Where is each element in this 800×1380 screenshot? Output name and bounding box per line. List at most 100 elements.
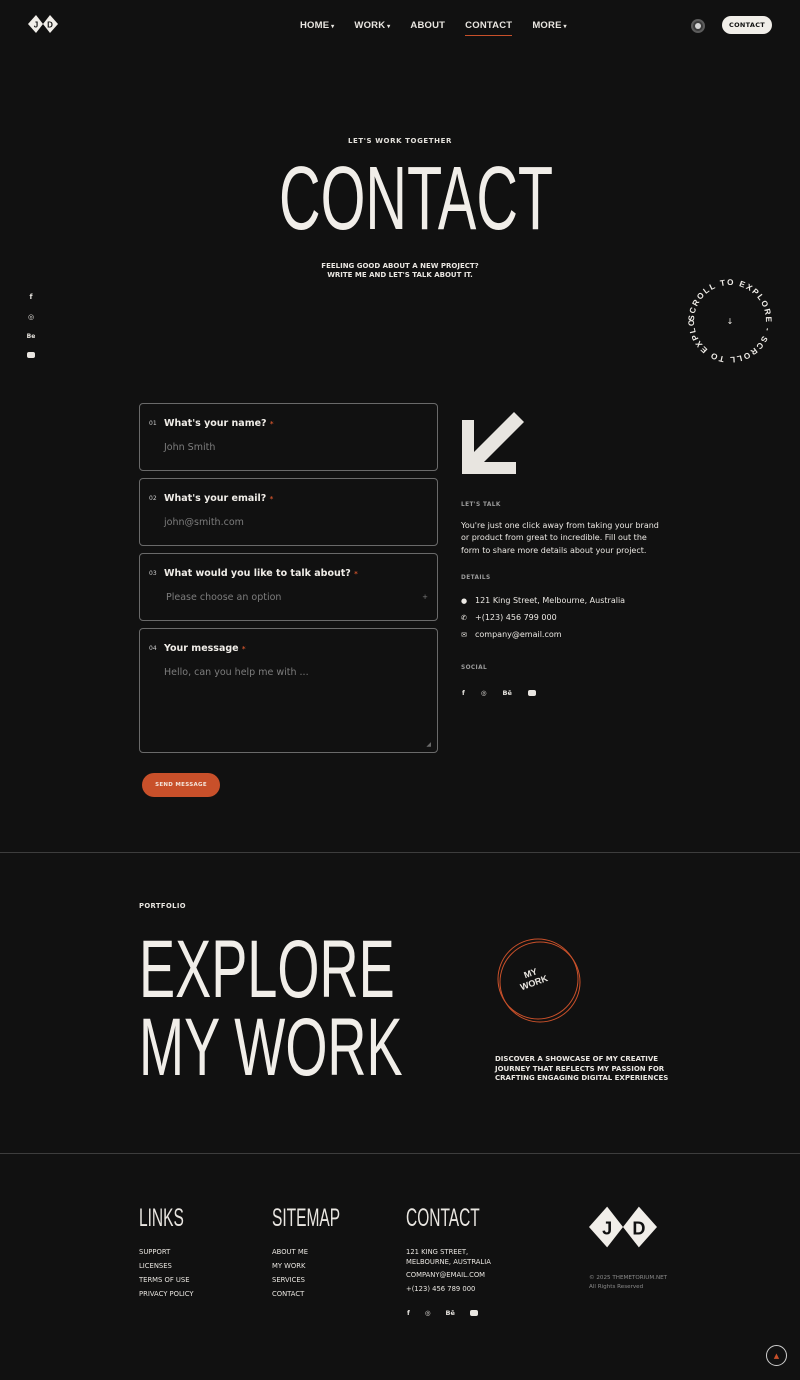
footer-links-heading: LINKS [139,1204,184,1232]
scroll-badge[interactable]: SCROLL TO EXPLORE - SCROLL TO EXPLORE - … [676,264,780,371]
lets-talk-text: You're just one click away from taking y… [461,521,659,555]
chevron-down-icon: + [422,593,428,601]
portfolio-title-line: MY WORK [139,1002,403,1093]
field-label: What's your email? * [164,493,274,504]
footer-link[interactable]: LICENSES [139,1259,194,1273]
lets-talk-heading: LET'S TALK [461,502,501,508]
name-field[interactable]: 01 What's your name? * John Smith [139,403,438,471]
nav-item-home[interactable]: HOME ▾ [300,20,334,36]
dropdown-dot-icon: ▾ [329,24,335,30]
header-contact-button[interactable]: CONTACT [722,16,772,34]
svg-text:D: D [632,1218,645,1238]
topic-field[interactable]: 03 What would you like to talk about? * … [139,553,438,621]
dropdown-dot-icon: ▾ [385,24,391,30]
dropdown-dot-icon: ▾ [561,24,567,30]
nav-label: MORE [532,20,562,31]
sidebar-social-row: f ◎ Bē [462,689,536,697]
topic-select[interactable]: Please choose an option [166,592,281,603]
behance-icon[interactable]: Bē [446,1309,455,1317]
footer-links: SUPPORT LICENSES TERMS OF USE PRIVACY PO… [139,1245,194,1299]
arrow-down-icon: ↓ [727,317,734,326]
nav-item-contact[interactable]: CONTACT [465,20,513,36]
copyright: © 2025 THEMETORIUM.NET All Rights Reserv… [589,1275,668,1290]
youtube-icon[interactable] [469,1310,478,1316]
footer-address: 121 KING STREET, MELBOURNE, AUSTRALIA [406,1248,491,1266]
contact-details: ● 121 King Street, Melbourne, Australia ✆… [461,596,625,639]
footer-phone[interactable]: +(123) 456 789 000 [406,1285,475,1293]
email-field[interactable]: 02 What's your email? * john@smith.com [139,478,438,546]
footer-link[interactable]: SERVICES [272,1273,308,1287]
portfolio-eyebrow: PORTFOLIO [139,902,186,910]
theme-toggle-icon[interactable] [691,19,705,33]
svg-text:J: J [34,20,38,29]
nav-item-work[interactable]: WORK ▾ [354,20,390,36]
email-line[interactable]: ✉ company@email.com [461,630,625,639]
phone-line[interactable]: ✆ +(123) 456 799 000 [461,613,625,622]
nav-item-more[interactable]: MORE ▾ [532,20,566,36]
dribbble-icon[interactable]: ◎ [481,689,487,697]
behance-icon[interactable]: Bē [503,689,512,697]
facebook-icon[interactable]: f [29,293,32,301]
footer-sitemap-heading: SITEMAP [272,1204,341,1232]
map-pin-icon: ● [461,596,468,605]
footer-divider [0,1153,800,1154]
footer-sitemap: ABOUT ME MY WORK SERVICES CONTACT [272,1245,308,1299]
message-field[interactable]: 04 Your message * Hello, can you help me… [139,628,438,753]
youtube-icon[interactable] [527,690,536,696]
logo-mark-icon: J D [28,15,58,33]
arrow-up-icon: ▲ [773,1351,780,1360]
portfolio-title: EXPLORE MY WORK [139,927,538,1091]
section-divider [0,852,800,853]
youtube-icon[interactable] [27,352,35,358]
logo[interactable]: J D [28,15,58,37]
field-label: What's your name? * [164,418,274,429]
hero-eyebrow: LET'S WORK TOGETHER [347,137,453,145]
hero-subtitle-line: FEELING GOOD ABOUT A NEW PROJECT? [321,262,479,270]
my-work-badge[interactable]: MY WORK [494,938,584,1024]
side-social-bar: f ◎ Be [27,293,35,358]
name-input[interactable]: John Smith [164,442,215,453]
mail-icon: ✉ [461,630,467,639]
footer-link[interactable]: CONTACT [272,1287,308,1299]
scroll-to-top-button[interactable]: ▲ [766,1345,787,1366]
footer-social-row: f ◎ Bē [407,1309,478,1317]
nav-item-about[interactable]: ABOUT [410,20,445,36]
field-number: 02 [149,495,157,502]
footer-link[interactable]: MY WORK [272,1259,308,1273]
phone-icon: ✆ [461,613,467,622]
footer-link[interactable]: SUPPORT [139,1245,194,1259]
facebook-icon[interactable]: f [407,1309,410,1317]
footer-email[interactable]: COMPANY@EMAIL.COM [406,1271,485,1279]
field-number: 04 [149,645,157,652]
footer-logo[interactable]: J D [589,1204,657,1254]
footer-link[interactable]: PRIVACY POLICY [139,1287,194,1299]
phone-text: +(123) 456 799 000 [475,613,557,622]
hero-title: CONTACT [279,149,554,249]
logo-mark-icon: J D [589,1206,657,1248]
facebook-icon[interactable]: f [462,689,465,697]
scroll-badge-ring: SCROLL TO EXPLORE - SCROLL TO EXPLORE - … [676,264,771,364]
field-label: Your message * [164,643,246,654]
field-number: 01 [149,420,157,427]
social-heading: SOCIAL [461,665,488,671]
portfolio-title-line: EXPLORE [139,924,395,1015]
main-nav: HOME ▾ WORK ▾ ABOUT CONTACT MORE ▾ [300,20,567,36]
address-text: 121 King Street, Melbourne, Australia [475,596,626,605]
arrow-down-left-icon [462,412,524,474]
dribbble-icon[interactable]: ◎ [28,313,34,321]
svg-text:J: J [602,1218,612,1238]
nav-label: WORK [354,20,386,31]
email-text: company@email.com [475,630,562,639]
message-textarea[interactable]: Hello, can you help me with ... [164,667,309,678]
send-message-button[interactable]: SEND MESSAGE [142,773,220,797]
dribbble-icon[interactable]: ◎ [425,1309,431,1317]
svg-text:D: D [47,20,53,29]
footer-link[interactable]: TERMS OF USE [139,1273,194,1287]
footer-contact-heading: CONTACT [406,1204,480,1232]
footer-link[interactable]: ABOUT ME [272,1245,308,1259]
behance-icon[interactable]: Be [27,333,36,340]
resize-handle-icon[interactable]: ◢ [426,741,431,748]
nav-label: HOME [300,20,330,31]
email-input[interactable]: john@smith.com [164,517,244,528]
field-number: 03 [149,570,157,577]
